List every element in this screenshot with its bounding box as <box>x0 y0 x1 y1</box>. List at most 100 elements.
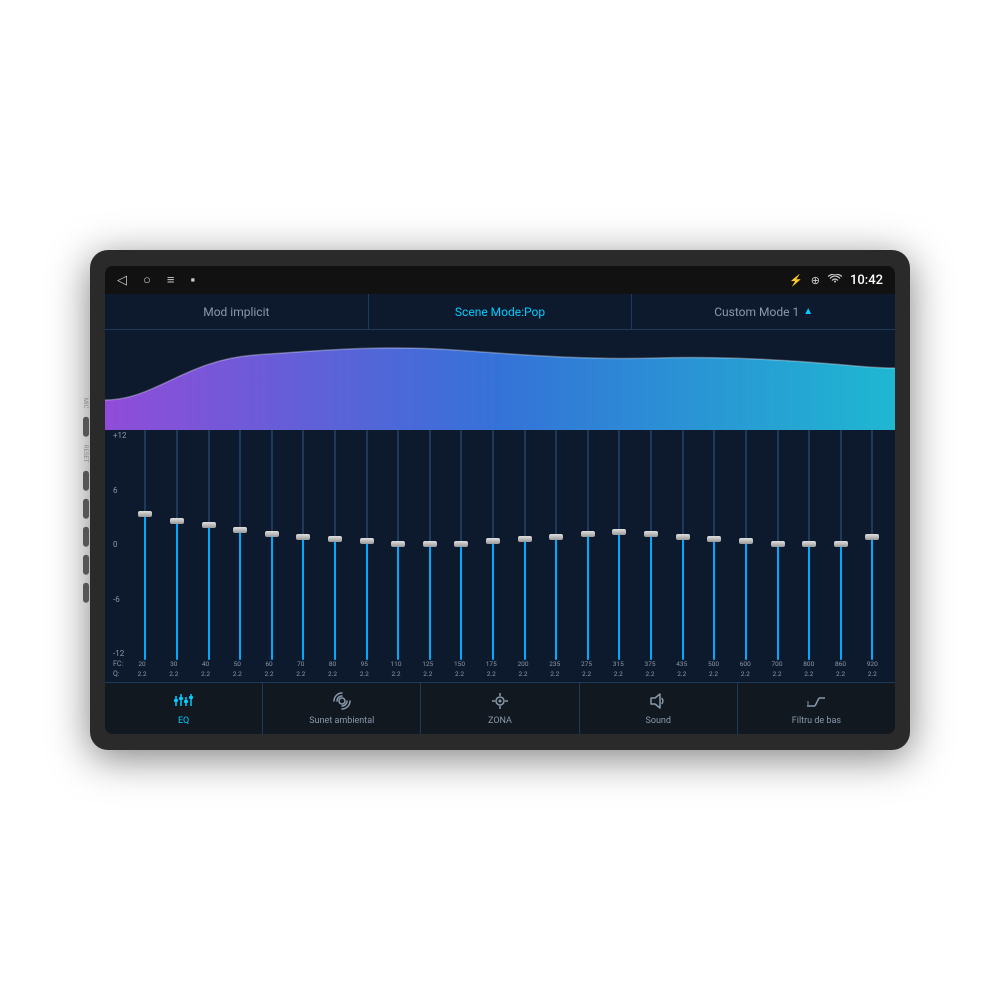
slider-track-20 <box>144 430 146 660</box>
freq-label-col-500: 5002.2 <box>699 660 729 678</box>
side-btn-6[interactable] <box>83 582 89 602</box>
freq-q-175: 2.2 <box>487 670 496 679</box>
freq-q-125: 2.2 <box>423 670 432 679</box>
slider-thumb-20[interactable] <box>138 511 152 517</box>
menu-button[interactable]: ≡ <box>167 272 175 288</box>
scale-minus6: -6 <box>113 596 127 604</box>
slider-col-60[interactable] <box>257 430 287 660</box>
side-btn-1[interactable] <box>83 417 89 437</box>
slider-col-275[interactable] <box>573 430 603 660</box>
slider-col-920[interactable] <box>858 430 888 660</box>
slider-col-860[interactable] <box>826 430 856 660</box>
app-button[interactable]: ▪ <box>190 272 195 288</box>
home-button[interactable]: ○ <box>143 272 151 288</box>
freq-fc-235: 235 <box>549 660 560 669</box>
back-button[interactable]: ◁ <box>117 273 127 288</box>
slider-thumb-920[interactable] <box>865 534 879 540</box>
slider-col-435[interactable] <box>668 430 698 660</box>
side-btn-2[interactable] <box>83 470 89 490</box>
slider-track-200 <box>524 430 526 660</box>
eq-visualization <box>105 330 895 430</box>
slider-col-235[interactable] <box>541 430 571 660</box>
nav-item-sound[interactable]: Sound <box>580 683 738 734</box>
slider-col-70[interactable] <box>289 430 319 660</box>
nav-label-sunet: Sunet ambiental <box>309 716 374 726</box>
freq-label-col-200: 2002.2 <box>508 660 538 678</box>
slider-thumb-60[interactable] <box>265 531 279 537</box>
nav-item-eq[interactable]: EQ <box>105 683 263 734</box>
slider-thumb-435[interactable] <box>676 534 690 540</box>
freq-fc-80: 80 <box>329 660 336 669</box>
slider-thumb-175[interactable] <box>486 538 500 544</box>
side-btn-4[interactable] <box>83 526 89 546</box>
slider-thumb-700[interactable] <box>771 541 785 547</box>
mode-implicit[interactable]: Mod implicit <box>105 294 369 329</box>
mode-scene[interactable]: Scene Mode:Pop <box>369 294 633 329</box>
slider-thumb-80[interactable] <box>328 536 342 542</box>
nav-item-zona[interactable]: ZONA <box>421 683 579 734</box>
slider-thumb-375[interactable] <box>644 531 658 537</box>
slider-track-600 <box>745 430 747 660</box>
slider-col-20[interactable] <box>131 430 161 660</box>
slider-col-800[interactable] <box>794 430 824 660</box>
slider-thumb-40[interactable] <box>202 522 216 528</box>
slider-thumb-800[interactable] <box>802 541 816 547</box>
slider-col-30[interactable] <box>162 430 192 660</box>
freq-label-col-800: 8002.2 <box>794 660 824 678</box>
slider-col-600[interactable] <box>731 430 761 660</box>
slider-thumb-125[interactable] <box>423 541 437 547</box>
slider-thumb-275[interactable] <box>581 531 595 537</box>
slider-track-500 <box>713 430 715 660</box>
freq-q-60: 2.2 <box>264 670 273 679</box>
slider-thumb-150[interactable] <box>454 541 468 547</box>
slider-col-375[interactable] <box>636 430 666 660</box>
slider-thumb-235[interactable] <box>549 534 563 540</box>
freq-label-col-125: 1252.2 <box>413 660 443 678</box>
nav-item-sunet[interactable]: Sunet ambiental <box>263 683 421 734</box>
slider-thumb-315[interactable] <box>612 529 626 535</box>
scale-6: 6 <box>113 487 127 495</box>
slider-col-110[interactable] <box>383 430 413 660</box>
zona-icon <box>489 692 511 714</box>
freq-q-20: 2.2 <box>137 670 146 679</box>
screen: ◁ ○ ≡ ▪ ⚡ ⊕ 10:42 <box>105 266 895 734</box>
slider-col-40[interactable] <box>194 430 224 660</box>
mode-custom[interactable]: Custom Mode 1 ▲ <box>632 294 895 329</box>
filtru-icon <box>805 692 827 714</box>
slider-thumb-600[interactable] <box>739 538 753 544</box>
slider-thumb-110[interactable] <box>391 541 405 547</box>
slider-col-95[interactable] <box>352 430 382 660</box>
freq-label-col-235: 2352.2 <box>540 660 570 678</box>
slider-col-50[interactable] <box>225 430 255 660</box>
slider-col-315[interactable] <box>605 430 635 660</box>
slider-track-375 <box>650 430 652 660</box>
slider-col-700[interactable] <box>763 430 793 660</box>
side-btn-5[interactable] <box>83 554 89 574</box>
slider-col-500[interactable] <box>700 430 730 660</box>
slider-thumb-95[interactable] <box>360 538 374 544</box>
slider-track-860 <box>840 430 842 660</box>
nav-label-sound: Sound <box>645 716 670 726</box>
slider-thumb-860[interactable] <box>834 541 848 547</box>
slider-col-125[interactable] <box>415 430 445 660</box>
slider-fill-50 <box>239 527 241 661</box>
nav-item-filtru[interactable]: Filtru de bas <box>738 683 895 734</box>
slider-col-200[interactable] <box>510 430 540 660</box>
slider-track-235 <box>555 430 557 660</box>
slider-thumb-500[interactable] <box>707 536 721 542</box>
freq-fc-125: 125 <box>422 660 433 669</box>
freq-q-40: 2.2 <box>201 670 210 679</box>
slider-col-150[interactable] <box>447 430 477 660</box>
slider-thumb-30[interactable] <box>170 518 184 524</box>
slider-col-175[interactable] <box>478 430 508 660</box>
side-btn-3[interactable] <box>83 498 89 518</box>
freq-q-80: 2.2 <box>328 670 337 679</box>
slider-thumb-50[interactable] <box>233 527 247 533</box>
slider-thumb-70[interactable] <box>296 534 310 540</box>
slider-col-80[interactable] <box>320 430 350 660</box>
scale-plus12: +12 <box>113 432 127 440</box>
slider-fill-920 <box>871 534 873 661</box>
slider-fill-70 <box>302 534 304 661</box>
slider-thumb-200[interactable] <box>518 536 532 542</box>
freq-fc-110: 110 <box>391 660 402 669</box>
